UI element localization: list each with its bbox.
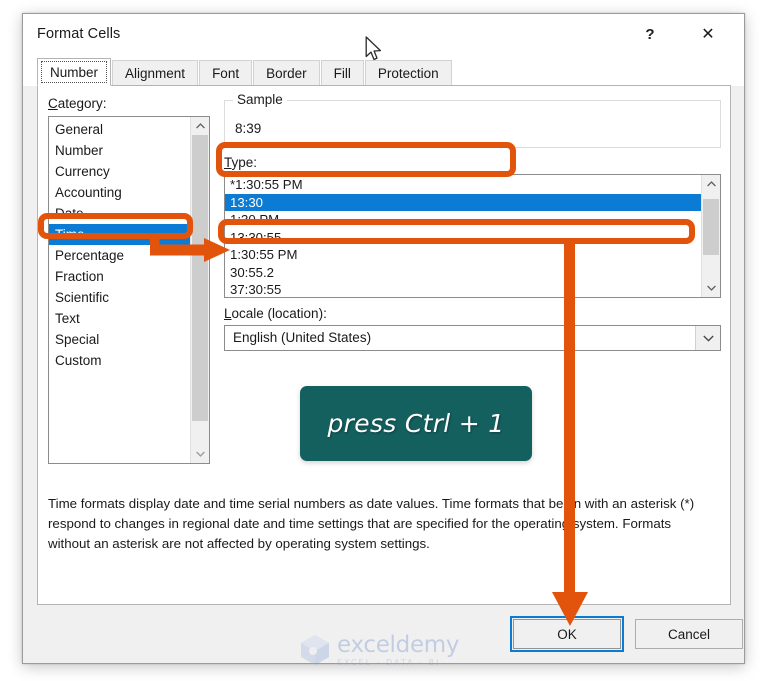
category-item-special[interactable]: Special bbox=[49, 329, 192, 350]
tab-protection[interactable]: Protection bbox=[364, 60, 452, 86]
tab-strip: Number Alignment Font Border Fill Protec… bbox=[23, 58, 744, 86]
category-listbox[interactable]: General Number Currency Accounting Date … bbox=[48, 116, 210, 464]
type-item-2[interactable]: 1:30 PM bbox=[225, 211, 701, 229]
type-scrollbar-thumb[interactable] bbox=[703, 199, 719, 255]
chevron-down-icon[interactable] bbox=[695, 326, 720, 350]
category-item-scientific[interactable]: Scientific bbox=[49, 287, 192, 308]
tab-number-label: Number bbox=[50, 65, 99, 80]
dialog-title: Format Cells bbox=[37, 26, 121, 42]
type-items: *1:30:55 PM 13:30 1:30 PM 13:30:55 1:30:… bbox=[225, 176, 701, 297]
chevron-down-icon[interactable] bbox=[702, 279, 720, 297]
type-item-1[interactable]: 13:30 bbox=[225, 193, 701, 211]
category-item-custom[interactable]: Custom bbox=[49, 350, 192, 371]
category-scrollbar-thumb[interactable] bbox=[192, 135, 208, 421]
category-item-number[interactable]: Number bbox=[49, 140, 192, 161]
type-label: Type: bbox=[224, 155, 257, 170]
category-label-mnemonic: C bbox=[48, 96, 58, 111]
format-cells-dialog: Format Cells ? ✕ Number Alignment Font B… bbox=[22, 13, 745, 664]
tab-alignment[interactable]: Alignment bbox=[112, 60, 199, 86]
ok-button[interactable]: OK bbox=[510, 616, 624, 652]
category-scrollbar[interactable] bbox=[190, 117, 209, 463]
category-item-fraction[interactable]: Fraction bbox=[49, 266, 192, 287]
locale-selected-value: English (United States) bbox=[233, 330, 372, 345]
tab-number[interactable]: Number bbox=[37, 58, 112, 86]
chevron-down-icon[interactable] bbox=[191, 445, 209, 463]
type-item-4[interactable]: 1:30:55 PM bbox=[225, 246, 701, 264]
locale-label-rest: ocale (location): bbox=[231, 306, 327, 321]
category-item-percentage[interactable]: Percentage bbox=[49, 245, 192, 266]
tab-border[interactable]: Border bbox=[253, 60, 320, 86]
tab-fill[interactable]: Fill bbox=[320, 60, 364, 86]
number-tab-page: Category: General Number Currency Accoun… bbox=[37, 85, 731, 605]
sample-legend: Sample bbox=[233, 92, 287, 107]
cancel-button[interactable]: Cancel bbox=[635, 619, 743, 649]
category-label-rest: ategory: bbox=[57, 96, 107, 111]
category-item-currency[interactable]: Currency bbox=[49, 161, 192, 182]
press-ctrl-1-text: press Ctrl + 1 bbox=[327, 409, 505, 438]
locale-label: Locale (location): bbox=[224, 306, 327, 321]
press-ctrl-1-callout: press Ctrl + 1 bbox=[300, 386, 532, 461]
type-listbox[interactable]: *1:30:55 PM 13:30 1:30 PM 13:30:55 1:30:… bbox=[224, 174, 721, 298]
sample-group: Sample 8:39 bbox=[224, 92, 721, 148]
locale-select[interactable]: English (United States) bbox=[224, 325, 721, 351]
category-item-general[interactable]: General bbox=[49, 119, 192, 140]
chevron-up-icon[interactable] bbox=[702, 175, 720, 193]
category-items: General Number Currency Accounting Date … bbox=[49, 119, 192, 371]
help-icon[interactable]: ? bbox=[634, 20, 666, 50]
category-item-date[interactable]: Date bbox=[49, 203, 192, 224]
type-item-0[interactable]: *1:30:55 PM bbox=[225, 176, 701, 194]
type-item-3[interactable]: 13:30:55 bbox=[225, 229, 701, 247]
type-label-mnemonic: T bbox=[224, 155, 232, 170]
category-item-accounting[interactable]: Accounting bbox=[49, 182, 192, 203]
type-item-6[interactable]: 37:30:55 bbox=[225, 281, 701, 297]
page-background: Format Cells ? ✕ Number Alignment Font B… bbox=[0, 0, 768, 681]
close-icon[interactable]: ✕ bbox=[692, 20, 724, 50]
dialog-titlebar: Format Cells ? ✕ bbox=[23, 14, 744, 58]
category-item-time[interactable]: Time bbox=[49, 224, 192, 245]
format-description: Time formats display date and time seria… bbox=[48, 496, 695, 551]
tab-font[interactable]: Font bbox=[199, 60, 253, 86]
type-item-5[interactable]: 30:55.2 bbox=[225, 264, 701, 282]
category-label: Category: bbox=[48, 96, 107, 111]
category-item-text[interactable]: Text bbox=[49, 308, 192, 329]
type-scrollbar[interactable] bbox=[701, 175, 720, 297]
chevron-up-icon[interactable] bbox=[191, 117, 209, 135]
type-label-rest: ype: bbox=[231, 155, 258, 170]
sample-value: 8:39 bbox=[235, 121, 262, 136]
locale-label-mnemonic: L bbox=[224, 306, 232, 321]
